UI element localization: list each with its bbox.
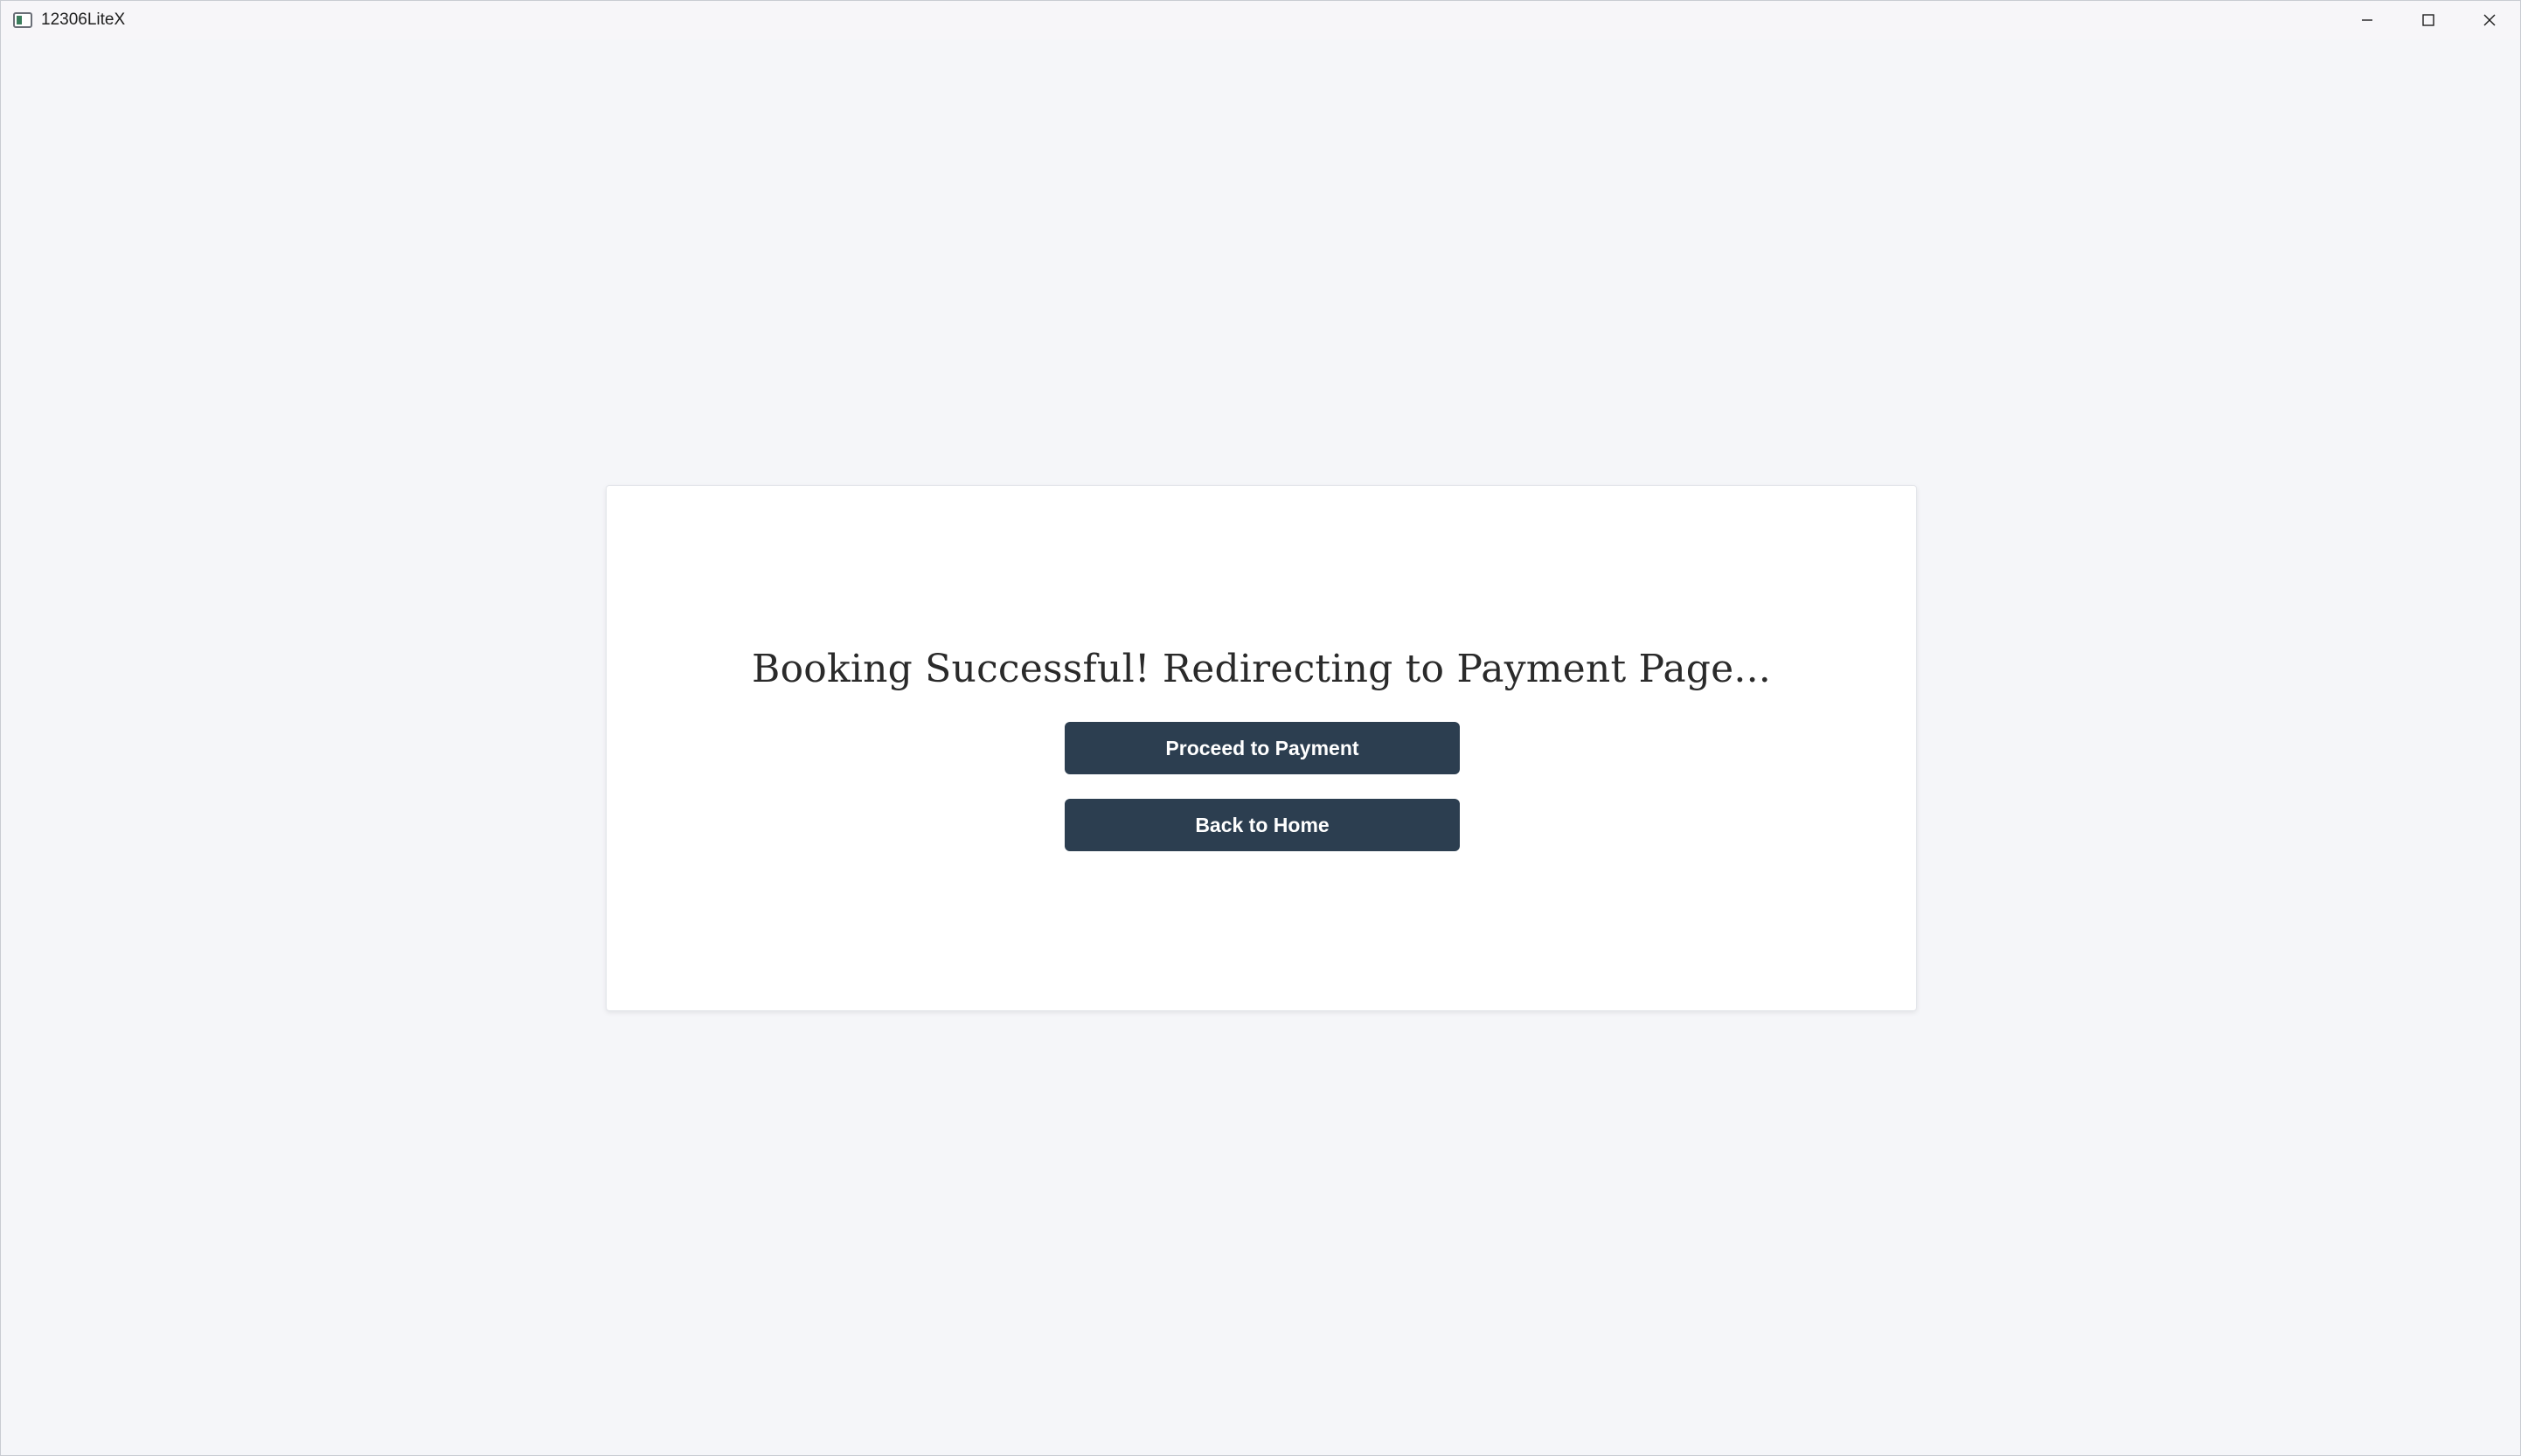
booking-result-card: Booking Successful! Redirecting to Payme… xyxy=(606,485,1917,1011)
close-icon xyxy=(2482,12,2497,28)
maximize-icon xyxy=(2420,12,2436,28)
booking-success-message: Booking Successful! Redirecting to Payme… xyxy=(752,647,1771,691)
back-to-home-button[interactable]: Back to Home xyxy=(1065,799,1460,851)
minimize-button[interactable] xyxy=(2337,1,2398,39)
app-icon xyxy=(13,12,32,28)
window-controls xyxy=(2337,1,2520,39)
title-bar[interactable]: 12306LiteX xyxy=(1,1,2520,39)
window-title: 12306LiteX xyxy=(41,10,126,29)
proceed-to-payment-button[interactable]: Proceed to Payment xyxy=(1065,722,1460,774)
app-window: 12306LiteX Booking Successful! Redirecti… xyxy=(0,0,2521,1456)
minimize-icon xyxy=(2359,12,2375,28)
maximize-button[interactable] xyxy=(2398,1,2459,39)
close-button[interactable] xyxy=(2459,1,2520,39)
